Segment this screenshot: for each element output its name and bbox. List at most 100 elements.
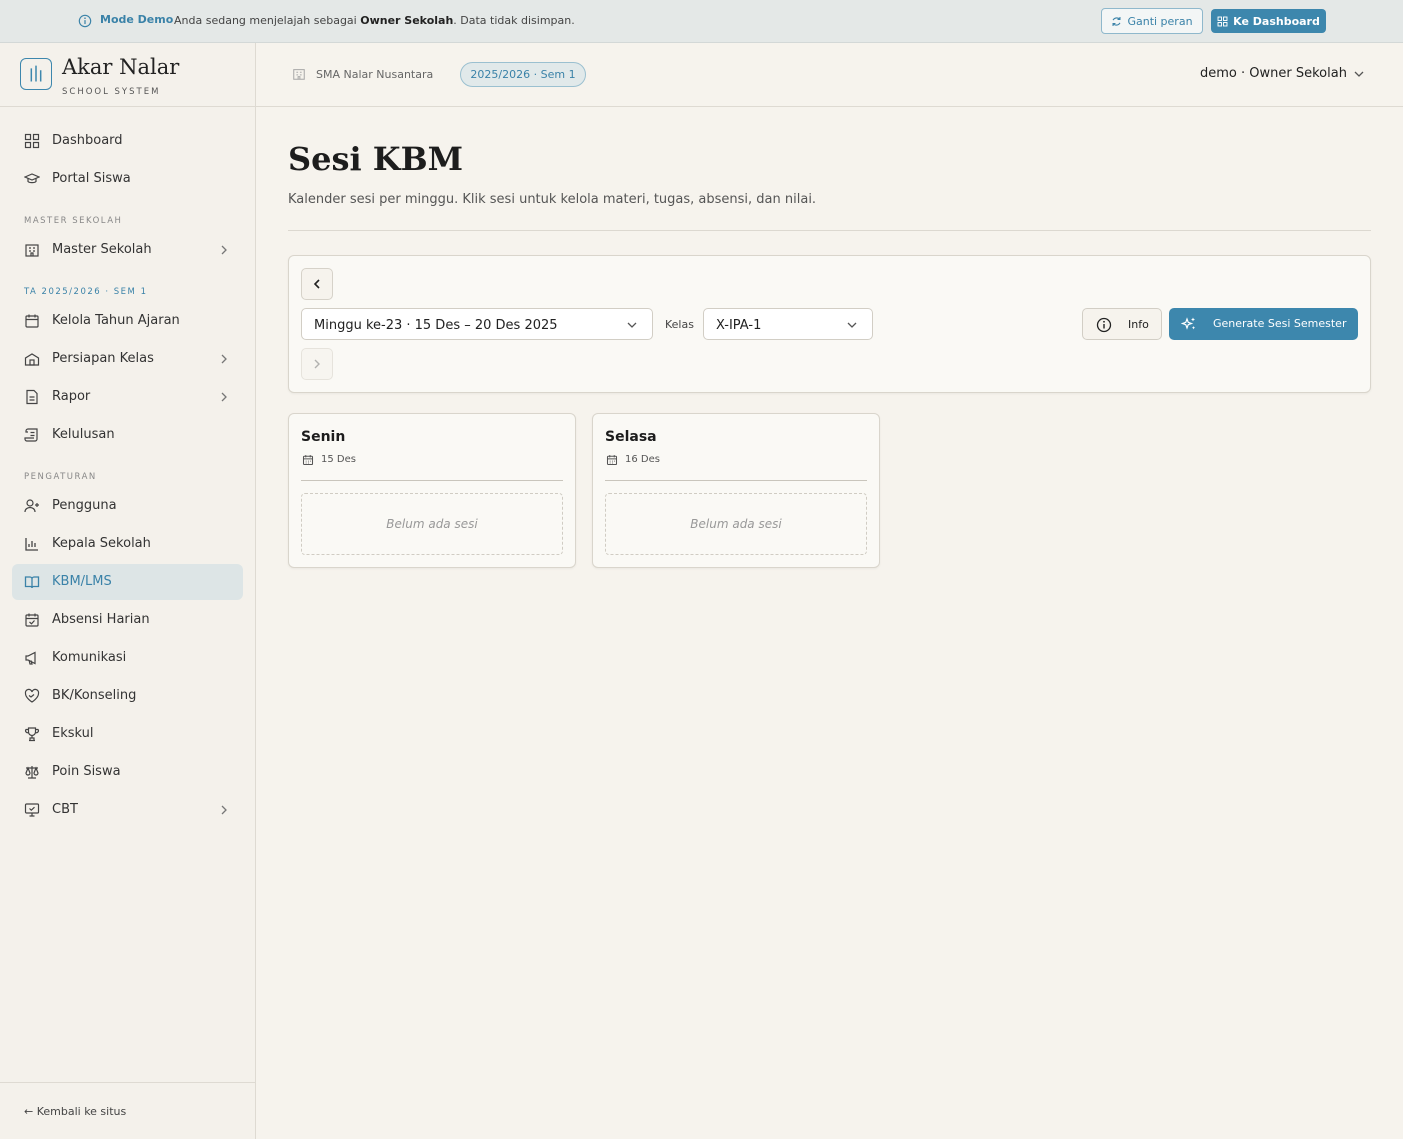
chevron-right-icon: [314, 359, 320, 369]
sidebar-item-label: Kelola Tahun Ajaran: [52, 313, 180, 328]
sidebar-item-label: Portal Siswa: [52, 171, 131, 186]
sidebar-item-komunikasi[interactable]: Komunikasi: [12, 640, 243, 676]
book-open-icon: [24, 576, 40, 589]
chevron-down-icon: [627, 322, 637, 328]
bar-chart-icon: [25, 538, 38, 551]
sidebar-item-persiapan-kelas[interactable]: Persiapan Kelas: [12, 341, 243, 377]
sidebar-item-label: Komunikasi: [52, 650, 127, 665]
sidebar-footer: ← Kembali ke situs: [0, 1082, 255, 1139]
day-date: 15 Des: [321, 454, 356, 465]
sidebar-item-label: Pengguna: [52, 498, 117, 513]
logo-bars-icon: [20, 58, 52, 90]
sidebar-item-kelulusan[interactable]: Kelulusan: [12, 417, 243, 453]
divider: [301, 480, 563, 481]
sparkles-icon: [1181, 317, 1196, 330]
day-card-selasa: Selasa 16 Des Belum ada sesi: [592, 413, 880, 568]
go-dashboard-button[interactable]: Ke Dashboard: [1211, 9, 1326, 33]
divider: [288, 230, 1371, 231]
brand-subtitle: SCHOOL SYSTEM: [62, 87, 161, 97]
page-title: Sesi KBM: [288, 140, 464, 178]
layout-grid-icon: [1217, 16, 1228, 26]
chevron-down-icon[interactable]: [1353, 69, 1365, 79]
sidebar-item-absensi-harian[interactable]: Absensi Harian: [12, 602, 243, 638]
sidebar-item-master-sekolah[interactable]: Master Sekolah: [12, 232, 243, 268]
empty-sessions: Belum ada sesi: [605, 493, 867, 555]
section-master-label: MASTER SEKOLAH: [24, 216, 123, 226]
calendar-icon: [606, 455, 618, 466]
back-to-site-link[interactable]: ← Kembali ke situs: [24, 1105, 126, 1118]
generate-semester-label: Generate Sesi Semester: [1213, 317, 1347, 330]
prev-week-button[interactable]: [301, 268, 333, 300]
divider: [605, 480, 867, 481]
chevron-right-icon: [221, 392, 227, 402]
sidebar-item-rapor[interactable]: Rapor: [12, 379, 243, 415]
calendar-check-icon: [25, 613, 39, 627]
sidebar-item-label: BK/Konseling: [52, 688, 137, 703]
sidebar-item-kbm-lms[interactable]: KBM/LMS: [12, 564, 243, 600]
demo-message-role: Owner Sekolah: [360, 14, 454, 27]
week-select-value: Minggu ke-23 · 15 Des – 20 Des 2025: [314, 318, 558, 333]
trophy-icon: [25, 727, 39, 742]
calendar-icon: [302, 455, 314, 466]
sidebar-item-dashboard[interactable]: Dashboard: [12, 123, 243, 159]
user-plus-icon: [24, 499, 39, 513]
demo-banner: Mode Demo Anda sedang menjelajah sebagai…: [0, 0, 1403, 43]
term-badge: 2025/2026 · Sem 1: [460, 62, 586, 87]
sidebar-item-label: CBT: [52, 802, 78, 817]
user-menu[interactable]: demo · Owner Sekolah: [1200, 66, 1347, 81]
sidebar-item-cbt[interactable]: CBT: [12, 792, 243, 828]
sidebar-item-poin-siswa[interactable]: Poin Siswa: [12, 754, 243, 790]
section-settings-label: PENGATURAN: [24, 472, 97, 482]
day-name: Selasa: [605, 429, 657, 445]
info-button[interactable]: Info: [1082, 308, 1162, 340]
building-icon: [293, 69, 305, 80]
scale-icon: [25, 766, 39, 779]
demo-message-suffix: . Data tidak disimpan.: [453, 14, 575, 27]
generate-semester-button[interactable]: Generate Sesi Semester: [1169, 308, 1358, 340]
sidebar-item-label: Ekskul: [52, 726, 94, 741]
page-subtitle: Kalender sesi per minggu. Klik sesi untu…: [288, 192, 817, 207]
refresh-icon: [1112, 16, 1121, 26]
heart-handshake-icon: [24, 688, 40, 703]
sidebar-item-bk-konseling[interactable]: BK/Konseling: [12, 678, 243, 714]
next-week-button[interactable]: [301, 348, 333, 380]
day-name: Senin: [301, 429, 346, 445]
sidebar-item-portal-siswa[interactable]: Portal Siswa: [12, 161, 243, 197]
sidebar-item-label: Dashboard: [52, 133, 123, 148]
sidebar-item-label: KBM/LMS: [52, 574, 112, 589]
school-name: SMA Nalar Nusantara: [316, 68, 434, 81]
info-icon: [1096, 317, 1112, 333]
empty-sessions: Belum ada sesi: [301, 493, 563, 555]
switch-role-button[interactable]: Ganti peran: [1101, 8, 1203, 34]
layout-grid-icon: [24, 133, 40, 149]
day-date: 16 Des: [625, 454, 660, 465]
sidebar-item-label: Poin Siswa: [52, 764, 121, 779]
class-select[interactable]: X-IPA-1: [703, 308, 873, 340]
scroll-icon: [24, 428, 38, 442]
sidebar-item-label: Persiapan Kelas: [52, 351, 154, 366]
sidebar-item-label: Master Sekolah: [52, 242, 152, 257]
sidebar-item-kepala-sekolah[interactable]: Kepala Sekolah: [12, 526, 243, 562]
graduation-cap-icon: [24, 173, 40, 184]
switch-role-label: Ganti peran: [1127, 14, 1193, 28]
building-icon: [25, 244, 39, 257]
chevron-left-icon: [313, 279, 320, 289]
calendar-icon: [25, 314, 39, 328]
brand[interactable]: Akar Nalar SCHOOL SYSTEM: [0, 43, 255, 107]
sidebar-item-ekskul[interactable]: Ekskul: [12, 716, 243, 752]
sidebar-item-kelola-tahun-ajaran[interactable]: Kelola Tahun Ajaran: [12, 303, 243, 339]
brand-name: Akar Nalar: [62, 55, 180, 79]
monitor-check-icon: [24, 803, 40, 817]
day-card-senin: Senin 15 Des Belum ada sesi: [288, 413, 576, 568]
sidebar-item-pengguna[interactable]: Pengguna: [12, 488, 243, 524]
session-toolbar: Minggu ke-23 · 15 Des – 20 Des 2025 Kela…: [288, 255, 1371, 393]
class-label: Kelas: [665, 318, 694, 331]
demo-mode-label: Mode Demo: [100, 13, 174, 26]
file-text-icon: [26, 389, 38, 405]
sidebar: Akar Nalar SCHOOL SYSTEM Dashboard Porta…: [0, 43, 256, 1139]
week-select[interactable]: Minggu ke-23 · 15 Des – 20 Des 2025: [301, 308, 653, 340]
chevron-right-icon: [221, 354, 227, 364]
section-ta-label: TA 2025/2026 · SEM 1: [24, 287, 148, 297]
go-dashboard-label: Ke Dashboard: [1233, 14, 1320, 28]
demo-message-prefix: Anda sedang menjelajah sebagai: [174, 14, 361, 27]
